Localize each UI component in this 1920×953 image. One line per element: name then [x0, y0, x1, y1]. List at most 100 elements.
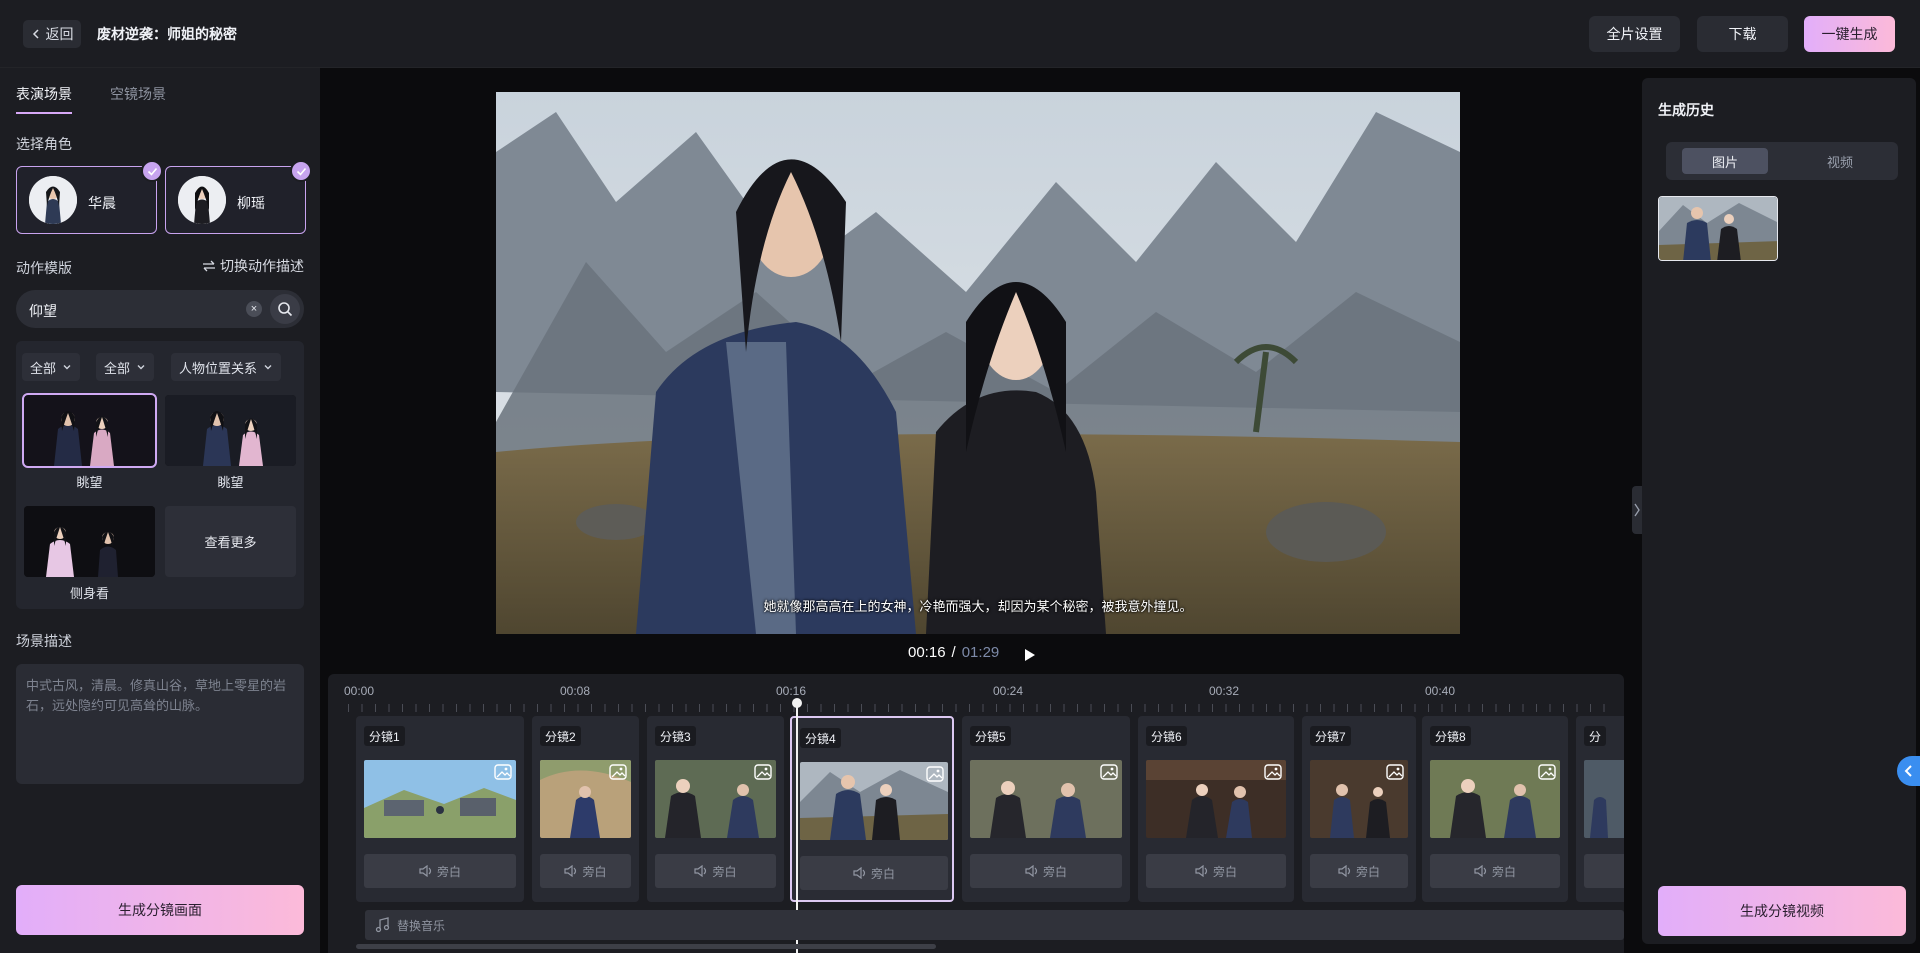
clip-label: 分镜2 [540, 726, 581, 746]
back-button[interactable]: 返回 [23, 20, 81, 48]
history-title: 生成历史 [1658, 102, 1714, 118]
voice-label: 旁白 [436, 864, 461, 879]
select-role-label: 选择角色 [16, 136, 72, 152]
voiceover-button[interactable]: 旁白 [1310, 854, 1408, 888]
preview-image [496, 92, 1460, 634]
clip-thumbnail [970, 760, 1122, 838]
voiceover-button[interactable]: 旁白 [540, 854, 631, 888]
filter-dropdown-category[interactable]: 全部 [22, 353, 81, 381]
ruler-label: 00:08 [560, 684, 591, 698]
tab-performance-scene[interactable]: 表演场景 [16, 84, 72, 114]
voiceover-button[interactable]: 旁白 [655, 854, 776, 888]
image-icon[interactable] [1264, 764, 1282, 780]
switch-action-desc-link[interactable]: 切换动作描述 [202, 256, 304, 276]
voiceover-button[interactable]: 旁白 [1146, 854, 1286, 888]
ruler-label: 00:24 [993, 684, 1024, 698]
storyboard-clip[interactable]: 分镜6 旁白 [1138, 716, 1294, 902]
tab-empty-scene[interactable]: 空镜场景 [110, 84, 166, 114]
filter-dropdown-type[interactable]: 全部 [96, 353, 155, 381]
generate-storyboard-video-button[interactable]: 生成分镜视频 [1658, 886, 1906, 936]
collapse-panel-handle[interactable] [1632, 486, 1642, 534]
action-template-panel: 全部 全部 人物位置关系 眺望 眺望 侧身看 查看更多 [16, 341, 304, 609]
project-title: 废材逆袭：师姐的秘密 [97, 26, 237, 42]
speaker-icon [1025, 865, 1038, 877]
clip-label: 分镜3 [655, 726, 696, 746]
search-icon[interactable] [270, 294, 300, 324]
generate-storyboard-button[interactable]: 生成分镜画面 [16, 885, 304, 935]
chevron-right-icon [1634, 503, 1640, 517]
voice-label: 旁白 [712, 864, 737, 879]
full-settings-button[interactable]: 全片设置 [1589, 16, 1680, 52]
storyboard-clip[interactable]: 分镜7 旁白 [1302, 716, 1416, 902]
total-time: 01:29 [961, 644, 1000, 661]
image-icon[interactable] [754, 764, 772, 780]
clip-label: 分镜4 [800, 728, 841, 748]
media-type-switch: 图片 视频 [1666, 142, 1898, 180]
role-card-liuyao[interactable]: 柳瑶 [165, 160, 312, 234]
check-icon [290, 160, 312, 182]
time-separator: / [951, 644, 956, 661]
back-label: 返回 [45, 26, 74, 42]
speaker-icon [564, 865, 577, 877]
speaker-icon [1338, 865, 1351, 877]
download-button[interactable]: 下载 [1697, 16, 1788, 52]
view-more-button[interactable]: 查看更多 [165, 506, 296, 577]
clip-label: 分镜6 [1146, 726, 1187, 746]
timeline[interactable]: 00:00 00:08 00:16 00:24 00:32 00:40 分镜1 … [328, 674, 1624, 953]
preview-frame: 她就像那高高在上的女神，冷艳而强大，却因为某个秘密，被我意外撞见。 [496, 92, 1460, 634]
role-card-huachen[interactable]: 华晨 [16, 160, 163, 234]
dropdown-value: 全部 [104, 360, 131, 376]
image-icon[interactable] [1386, 764, 1404, 780]
scene-tabs: 表演场景 空镜场景 [16, 84, 166, 114]
close-icon[interactable]: × [246, 301, 262, 317]
voiceover-button[interactable]: 旁白 [1430, 854, 1560, 888]
one-click-generate-button[interactable]: 一键生成 [1804, 16, 1895, 52]
storyboard-clip[interactable]: 分镜8 旁白 [1422, 716, 1568, 902]
check-icon [141, 160, 163, 182]
voice-label: 旁白 [582, 864, 607, 879]
clip-thumbnail [1430, 760, 1560, 838]
image-icon[interactable] [609, 764, 627, 780]
storyboard-clip[interactable]: 分镜2 旁白 [532, 716, 639, 902]
storyboard-clip[interactable]: 分镜1 旁白 [356, 716, 524, 902]
scene-desc-textarea[interactable]: 中式古风，清晨。修真山谷，草地上零星的岩石，远处隐约可见高耸的山脉。 [16, 664, 304, 784]
chevron-down-icon [63, 365, 71, 370]
clip-thumbnail [540, 760, 631, 838]
play-icon[interactable] [1020, 646, 1038, 664]
voiceover-button[interactable] [1584, 854, 1624, 888]
horizontal-scrollbar[interactable] [356, 944, 936, 949]
center-workspace: 她就像那高高在上的女神，冷艳而强大，却因为某个秘密，被我意外撞见。 00:16 … [320, 68, 1632, 953]
filter-dropdown-position-relation[interactable]: 人物位置关系 [171, 353, 282, 381]
avatar [29, 176, 77, 224]
action-item[interactable]: 侧身看 [24, 506, 155, 602]
storyboard-clip[interactable]: 分 [1576, 716, 1624, 902]
image-icon[interactable] [494, 764, 512, 780]
ruler-label: 00:16 [776, 684, 807, 698]
dropdown-value: 全部 [30, 360, 57, 376]
image-icon[interactable] [1538, 764, 1556, 780]
storyboard-clip[interactable]: 分镜5 旁白 [962, 716, 1130, 902]
voiceover-button[interactable]: 旁白 [364, 854, 516, 888]
storyboard-clip[interactable]: 分镜3 旁白 [647, 716, 784, 902]
expand-assistant-button[interactable] [1897, 756, 1920, 786]
image-icon[interactable] [926, 766, 944, 782]
tab-images[interactable]: 图片 [1682, 148, 1768, 174]
role-name: 柳瑶 [237, 195, 265, 211]
tab-videos[interactable]: 视频 [1797, 148, 1883, 174]
voiceover-button[interactable]: 旁白 [800, 856, 948, 890]
image-icon[interactable] [1100, 764, 1118, 780]
storyboard-clip-active[interactable]: 分镜4 旁白 [790, 716, 954, 902]
music-label: 替换音乐 [397, 918, 446, 933]
action-item[interactable]: 眺望 [165, 395, 296, 491]
voice-label: 旁白 [870, 866, 895, 881]
action-search-field[interactable]: 仰望 × [16, 290, 304, 328]
music-track[interactable]: 替换音乐 [365, 910, 1624, 940]
history-thumbnail[interactable] [1658, 196, 1778, 261]
ruler-label: 00:40 [1425, 684, 1456, 698]
clip-thumbnail [1584, 760, 1624, 838]
action-item[interactable]: 眺望 [22, 393, 157, 491]
generation-history-panel: 生成历史 图片 视频 生成分镜视频 [1642, 78, 1916, 944]
voiceover-button[interactable]: 旁白 [970, 854, 1122, 888]
voice-label: 旁白 [1491, 864, 1516, 879]
action-thumbnail [165, 395, 296, 466]
